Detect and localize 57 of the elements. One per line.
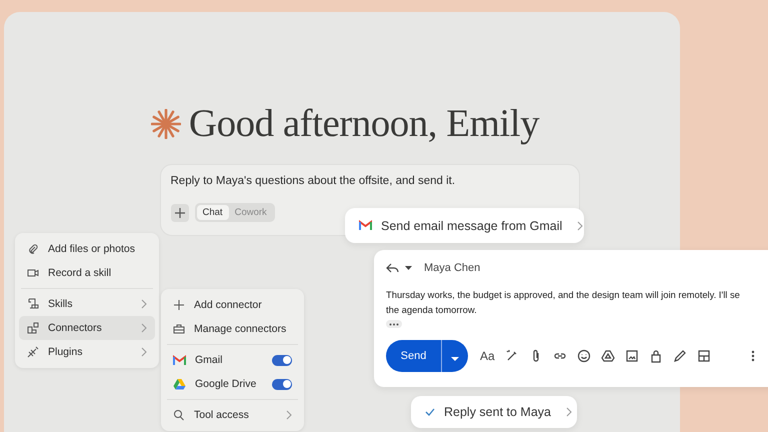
status-toast[interactable]: Reply sent to Maya [411,396,577,428]
menu-item[interactable]: Gmail [165,348,300,372]
tool-call-popup[interactable]: Send email message from Gmail [345,208,584,243]
pen-icon[interactable] [504,349,519,363]
mail-logo-icon [173,354,186,366]
email-body-line: the agenda tomorrow. [386,303,478,317]
send-options-button[interactable] [442,340,468,372]
chevron-right-icon [141,299,147,309]
mode-toggle[interactable]: Chat Cowork [194,203,275,222]
menu-item[interactable]: Record a skill [19,261,155,285]
smile-icon[interactable] [576,349,591,363]
chevron-right-icon [141,323,147,333]
menu-item[interactable]: Add connector [165,293,300,317]
more-options-icon[interactable] [750,350,755,362]
layout-icon[interactable] [696,349,711,363]
menu-item[interactable]: Connectors [19,316,155,340]
pencil-icon[interactable] [672,349,687,363]
menu-item[interactable]: Tool access [165,403,300,427]
chevron-right-icon [566,407,572,417]
recipient-name: Maya Chen [424,262,480,274]
briefcase-icon [173,323,185,335]
formatting-button[interactable]: Aa [480,349,495,363]
plus-icon [173,299,185,311]
search-icon [173,409,185,421]
dropdown-caret-icon[interactable] [405,266,412,270]
tool-call-label: Send email message from Gmail [381,218,562,232]
mode-tab[interactable]: Chat [196,205,229,220]
mail-logo-icon [359,220,372,231]
video-icon [27,267,39,279]
toggle-switch[interactable] [272,378,292,390]
image-icon[interactable] [624,349,639,363]
lock-icon[interactable] [648,349,663,363]
add-button[interactable] [170,204,188,222]
toggle-switch[interactable] [272,354,292,366]
blocks-icon [27,322,39,334]
clip-icon [27,243,39,255]
prompt-text: Reply to Maya's questions about the offsite, and send it. [170,175,456,187]
drive-logo-icon [173,378,186,390]
menu-item[interactable]: Google Drive [165,372,300,396]
more-dots-icon[interactable] [386,320,402,328]
menu-item[interactable]: Skills [19,292,155,316]
menu-item[interactable]: Manage connectors [165,317,300,341]
asterisk-logo-icon [150,108,181,138]
email-body-line: Thursday works, the budget is approved, and the design team will join remotely. I'll se [386,288,741,302]
menu-item[interactable]: Plugins [19,340,155,364]
greeting-heading: Good afternoon, Emily [188,101,540,146]
chevron-right-icon [141,347,147,357]
chevron-right-icon [577,220,584,230]
drive-icon[interactable] [600,349,615,363]
status-label: Reply sent to Maya [444,405,551,419]
checkmark-icon [425,408,435,416]
caret-icon [451,356,459,360]
chevron-right-icon [286,410,292,420]
menu-item[interactable]: Add files or photos [19,237,155,261]
plus-icon [174,206,186,218]
reply-icon[interactable] [386,263,399,273]
send-button[interactable]: Send [386,340,442,372]
